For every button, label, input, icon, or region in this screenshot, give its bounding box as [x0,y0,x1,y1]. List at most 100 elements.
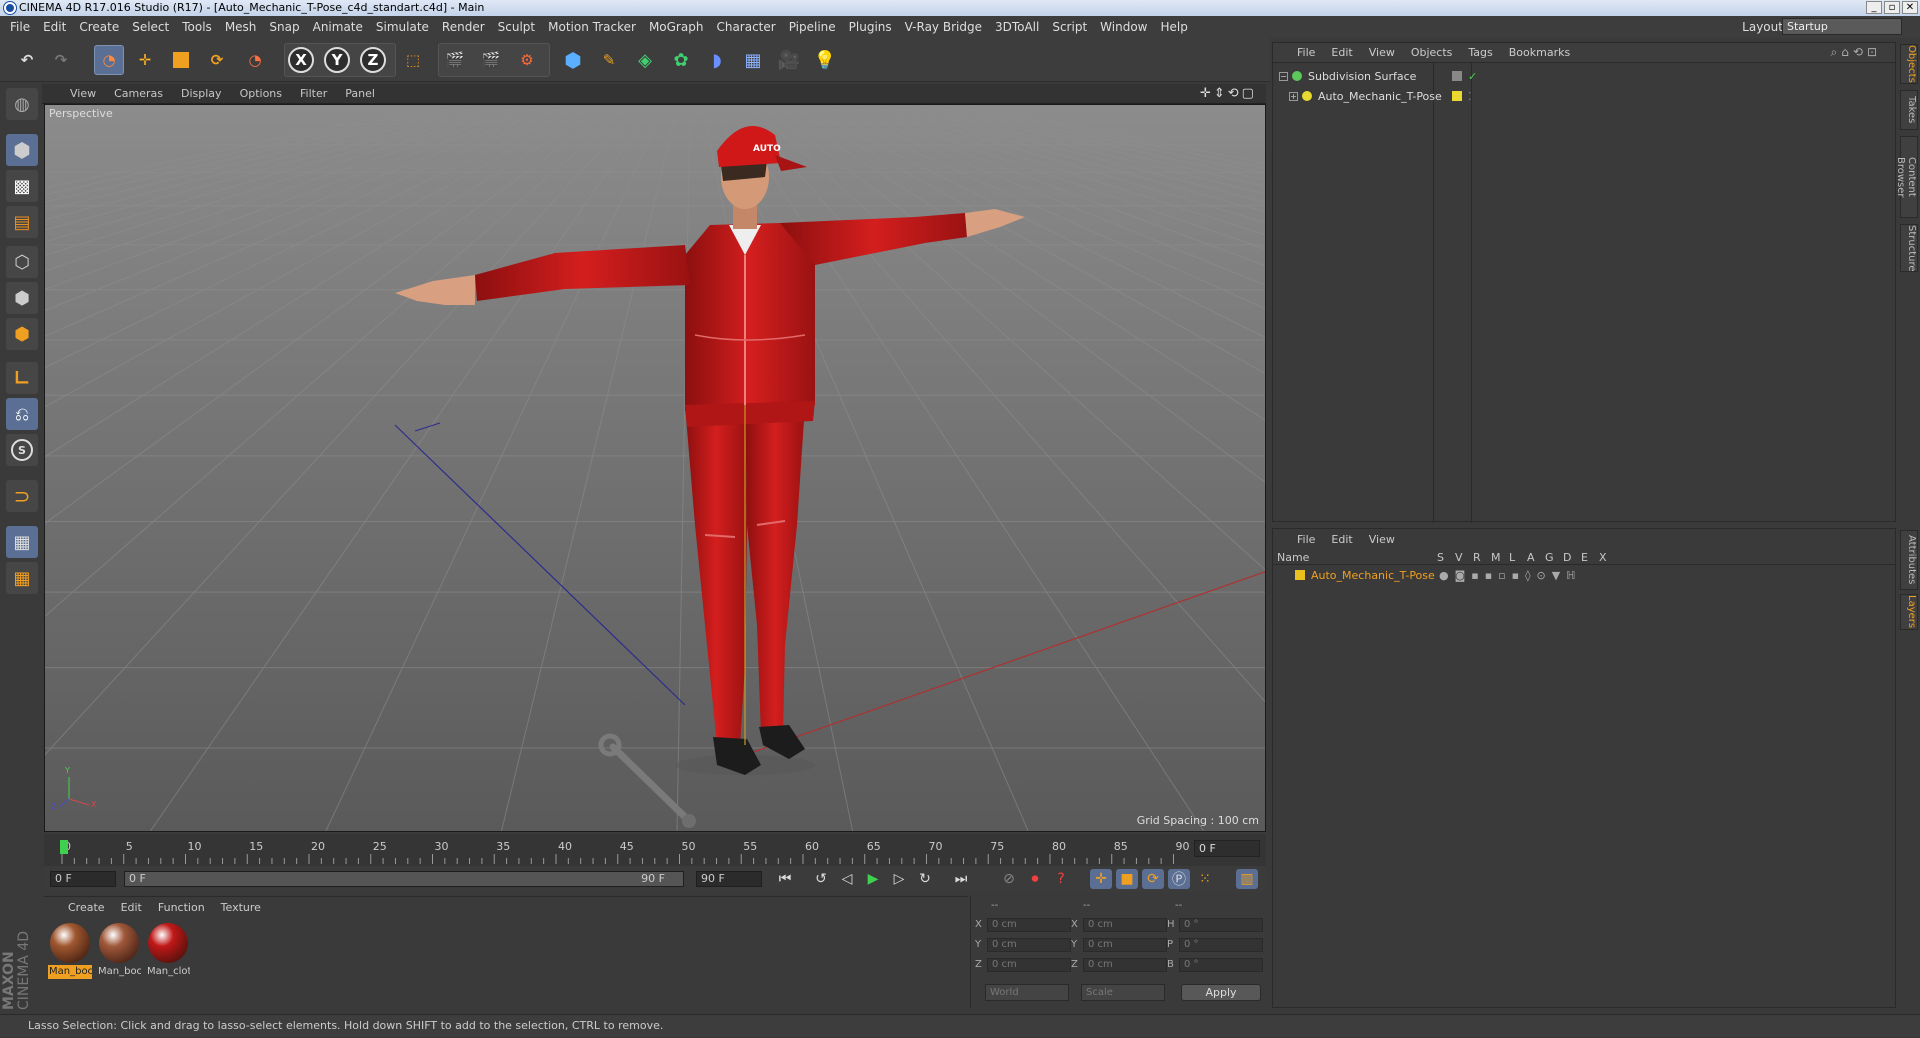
menu-motion-tracker[interactable]: Motion Tracker [548,20,636,34]
coord-value-field[interactable]: 0 cm [1083,918,1167,932]
dock-tab-structure[interactable]: Structure [1900,224,1918,272]
go-to-end-button[interactable]: ⏭ [950,869,972,889]
coordinate-system-button[interactable]: ⬚ [398,45,428,75]
material-menu-function[interactable]: Function [158,901,205,914]
viewport-menu-cameras[interactable]: Cameras [114,87,163,100]
dock-tab-takes[interactable]: Takes [1900,90,1918,130]
coord-value-field[interactable]: 0 cm [987,938,1071,952]
menu-snap[interactable]: Snap [269,20,299,34]
layer-column-s[interactable]: S [1437,551,1444,564]
coord-value-field[interactable]: 0 cm [987,918,1071,932]
cube-primitive-icon[interactable]: ⬢ [558,45,588,75]
visibility-dots-icon[interactable]: ⁚ [1468,90,1472,103]
workplane-lock-icon[interactable]: ▦ [6,526,38,558]
subdivision-surface-icon[interactable]: ◈ [630,45,660,75]
menu-select[interactable]: Select [132,20,169,34]
layer-row[interactable]: Auto_Mechanic_T-Pose ●◙▪▪▫▪◊⊙▼ℍ [1295,567,1582,583]
object-menu-view[interactable]: View [1369,46,1395,59]
menu-edit[interactable]: Edit [43,20,66,34]
end-frame-field[interactable]: 90 F [696,871,762,887]
viewport-menu-filter[interactable]: Filter [300,87,327,100]
timeline-ticks[interactable]: 051015202530354045505560657075808590 [54,836,1194,866]
dock-tab-layers[interactable]: Layers [1900,594,1918,630]
axis-mode-icon[interactable]: ∟ [6,362,38,394]
next-frame-button[interactable]: ▷ [888,869,910,889]
expand-toggle-icon[interactable]: + [1289,91,1298,101]
apply-button[interactable]: Apply [1181,984,1261,1001]
material-swatch[interactable]: Man_boc [97,921,141,981]
layer-color-icon[interactable] [1295,570,1305,580]
render-settings-icon[interactable]: ⚙ [512,45,542,75]
object-mode-icon[interactable]: ⬢ [6,134,38,166]
coord-system-select[interactable]: World [985,984,1069,1001]
coord-value-field[interactable]: 0 cm [987,958,1071,972]
material-menu-texture[interactable]: Texture [221,901,261,914]
layer-column-e[interactable]: E [1581,551,1588,564]
timeline-window-icon[interactable]: ▥ [1236,869,1258,889]
viewport-nav-icons[interactable]: ✛⇕⟲▢ [1200,86,1257,101]
camera-icon[interactable]: 🎥 [774,45,804,75]
object-menu-tags[interactable]: Tags [1468,46,1492,59]
layer-column-r[interactable]: R [1473,551,1481,564]
viewport-menu-view[interactable]: View [70,87,96,100]
menu-help[interactable]: Help [1160,20,1187,34]
snap-icon[interactable]: S [6,434,38,466]
scale-tool-button[interactable] [166,45,196,75]
undo-button[interactable]: ↶ [12,45,42,75]
points-mode-icon[interactable]: ⬡ [6,246,38,278]
object-menu-objects[interactable]: Objects [1411,46,1453,59]
expand-toggle-icon[interactable]: − [1279,71,1288,81]
object-tree-row[interactable]: − Subdivision Surface ✓ [1279,67,1879,85]
menu-window[interactable]: Window [1100,20,1147,34]
layer-menu-view[interactable]: View [1369,533,1395,546]
menu-simulate[interactable]: Simulate [376,20,429,34]
autokeying-icon[interactable]: ? [1050,869,1072,889]
grid-planar-icon[interactable]: ▦ [6,562,38,594]
object-name[interactable]: Auto_Mechanic_T-Pose [1318,90,1444,103]
go-to-start-button[interactable]: ⏮ [774,869,796,889]
menu-render[interactable]: Render [442,20,485,34]
layer-column-x[interactable]: X [1599,551,1607,564]
edges-mode-icon[interactable]: ⬢ [6,282,38,314]
layer-menu-file[interactable]: File [1297,533,1315,546]
menu-sculpt[interactable]: Sculpt [498,20,535,34]
layer-color-icon[interactable] [1452,91,1462,101]
coord-value-field[interactable]: 0 cm [1083,938,1167,952]
key-position-icon[interactable]: ✛ [1090,869,1112,889]
polygons-mode-icon[interactable]: ⬢ [6,318,38,350]
dock-tab-objects[interactable]: Objects [1900,44,1918,84]
layer-menu-edit[interactable]: Edit [1331,533,1352,546]
enabled-check-icon[interactable]: ✓ [1468,70,1477,83]
menu-file[interactable]: File [10,20,30,34]
coord-value-field[interactable]: 0 cm [1083,958,1167,972]
render-view-icon[interactable]: 🎬 [440,45,470,75]
layer-column-l[interactable]: L [1509,551,1515,564]
move-tool-button[interactable]: ✛ [130,45,160,75]
layer-column-a[interactable]: A [1527,551,1535,564]
menu-tools[interactable]: Tools [182,20,212,34]
texture-mode-icon[interactable]: ▩ [6,170,38,202]
layer-column-d[interactable]: D [1563,551,1571,564]
layer-column-g[interactable]: G [1545,551,1554,564]
next-key-button[interactable]: ↻ [914,869,936,889]
menu-animate[interactable]: Animate [313,20,363,34]
object-tree-row[interactable]: + Auto_Mechanic_T-Pose ⁚ [1279,87,1879,105]
menu-v-ray-bridge[interactable]: V-Ray Bridge [905,20,982,34]
menu-mograph[interactable]: MoGraph [649,20,704,34]
coord-value-field[interactable]: 0 ° [1179,958,1263,972]
range-slider[interactable]: 0 F 90 F [124,871,684,887]
menu-3dtoall[interactable]: 3DToAll [995,20,1039,34]
coord-value-field[interactable]: 0 ° [1179,918,1263,932]
layout-select[interactable]: Startup [1782,18,1902,35]
autokey-icon[interactable]: ⊘ [998,869,1020,889]
menu-mesh[interactable]: Mesh [225,20,257,34]
key-rotation-icon[interactable]: ⟳ [1142,869,1164,889]
workplane-mode-icon[interactable]: ▤ [6,206,38,238]
material-menu-edit[interactable]: Edit [121,901,142,914]
minimize-button[interactable]: _ [1866,1,1882,14]
material-swatch[interactable]: Man_clot [146,921,190,981]
dock-tab-attributes[interactable]: Attributes [1900,530,1918,590]
coord-value-field[interactable]: 0 ° [1179,938,1263,952]
coord-scale-select[interactable]: Scale [1081,984,1165,1001]
y-axis-lock-button[interactable]: Y [322,45,352,75]
